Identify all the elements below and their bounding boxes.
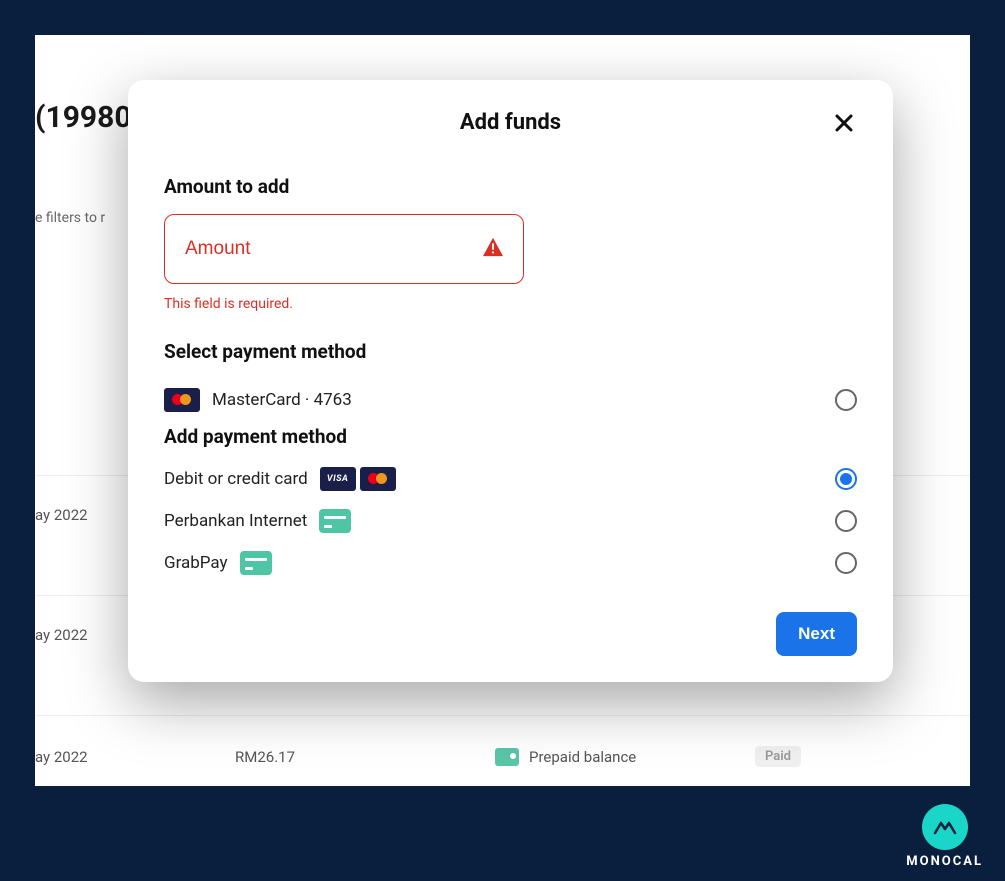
modal-backdrop: Add funds Amount to add This field is re…	[0, 0, 1005, 881]
method-grabpay[interactable]: GrabPay	[164, 542, 857, 584]
radio-saved-mastercard[interactable]	[835, 389, 857, 411]
brand-logo-icon	[922, 804, 968, 850]
amount-input[interactable]	[164, 214, 524, 284]
modal-title: Add funds	[460, 110, 561, 135]
method-grabpay-label: GrabPay	[164, 553, 228, 573]
close-icon	[834, 113, 854, 133]
select-method-heading: Select payment method	[164, 340, 857, 363]
close-button[interactable]	[827, 106, 861, 140]
saved-method-mastercard[interactable]: MasterCard · 4763	[164, 379, 857, 421]
next-button[interactable]: Next	[776, 612, 857, 656]
amount-section-heading: Amount to add	[164, 175, 857, 198]
grabpay-card-icon	[240, 551, 272, 575]
add-method-heading: Add payment method	[164, 425, 857, 448]
mastercard-icon	[360, 467, 396, 491]
method-internet-banking[interactable]: Perbankan Internet	[164, 500, 857, 542]
saved-method-label: MasterCard · 4763	[212, 390, 352, 410]
amount-error-text: This field is required.	[164, 296, 857, 312]
brand-name: MONOCAL	[906, 854, 983, 869]
add-funds-modal: Add funds Amount to add This field is re…	[128, 80, 893, 682]
card-brand-badges: VISA	[320, 467, 396, 491]
radio-debit-credit-card[interactable]	[835, 468, 857, 490]
visa-icon: VISA	[320, 467, 356, 491]
radio-grabpay[interactable]	[835, 552, 857, 574]
radio-internet-banking[interactable]	[835, 510, 857, 532]
method-debit-credit-card[interactable]: Debit or credit card VISA	[164, 458, 857, 500]
method-internet-banking-label: Perbankan Internet	[164, 511, 307, 531]
amount-input-wrap	[164, 214, 524, 284]
brand-watermark: MONOCAL	[906, 804, 983, 869]
mastercard-icon	[164, 388, 200, 412]
modal-header: Add funds	[164, 110, 857, 135]
modal-footer: Next	[164, 612, 857, 656]
method-card-label: Debit or credit card	[164, 469, 308, 489]
bank-card-icon	[319, 509, 351, 533]
warning-icon	[482, 237, 504, 261]
